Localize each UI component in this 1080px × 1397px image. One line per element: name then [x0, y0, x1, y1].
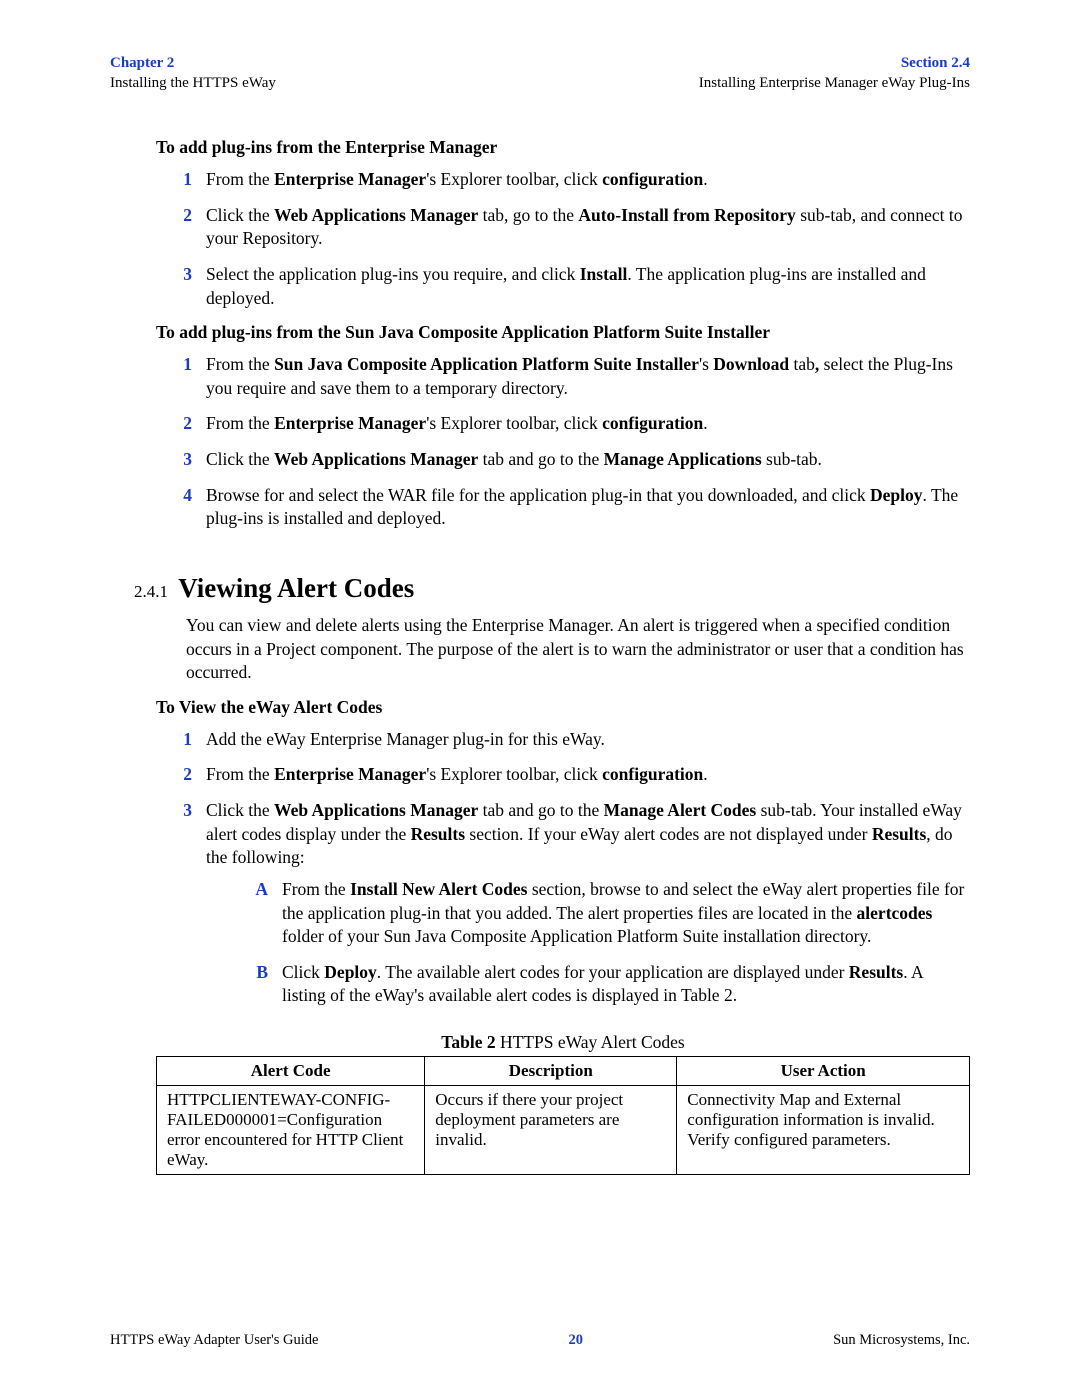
sub-step-letter: A [206, 878, 282, 902]
sub-step-list: A From the Install New Alert Codes secti… [206, 878, 970, 1008]
section-label: Section 2.4 [699, 54, 970, 74]
section-heading: 2.4.1 Viewing Alert Codes [134, 573, 970, 604]
table-row: HTTPCLIENTEWAY-CONFIG-FAILED000001=Confi… [157, 1086, 970, 1175]
step: 1 Add the eWay Enterprise Manager plug-i… [156, 728, 970, 752]
step: 2 From the Enterprise Manager's Explorer… [156, 763, 970, 787]
step-number: 1 [156, 353, 206, 377]
body-content: To add plug-ins from the Enterprise Mana… [110, 93, 970, 1175]
procedure-list-2: 1 From the Sun Java Composite Applicatio… [156, 353, 970, 531]
sub-step: B Click Deploy. The available alert code… [206, 961, 970, 1008]
step: 1 From the Sun Java Composite Applicatio… [156, 353, 970, 400]
col-description: Description [425, 1057, 677, 1086]
cell-user-action: Connectivity Map and External configurat… [677, 1086, 970, 1175]
page-number: 20 [569, 1332, 584, 1349]
sub-step-text: From the Install New Alert Codes section… [282, 878, 970, 949]
table-title: HTTPS eWay Alert Codes [496, 1032, 685, 1052]
chapter-label: Chapter 2 [110, 54, 276, 74]
step-text: Click the Web Applications Manager tab a… [206, 448, 970, 472]
step-text: Select the application plug-ins you requ… [206, 263, 970, 310]
sub-step: A From the Install New Alert Codes secti… [206, 878, 970, 949]
step-number: 2 [156, 204, 206, 228]
step: 4 Browse for and select the WAR file for… [156, 484, 970, 531]
step-number: 1 [156, 168, 206, 192]
step-number: 2 [156, 763, 206, 787]
document-page: Chapter 2 Installing the HTTPS eWay Sect… [0, 0, 1080, 1215]
footer-company: Sun Microsystems, Inc. [833, 1332, 970, 1349]
step-text: From the Sun Java Composite Application … [206, 353, 970, 400]
paragraph: You can view and delete alerts using the… [186, 614, 970, 685]
procedure-list-1: 1 From the Enterprise Manager's Explorer… [156, 168, 970, 310]
cell-alert-code: HTTPCLIENTEWAY-CONFIG-FAILED000001=Confi… [157, 1086, 425, 1175]
step-text: Browse for and select the WAR file for t… [206, 484, 970, 531]
step-text: From the Enterprise Manager's Explorer t… [206, 763, 970, 787]
step-text: Add the eWay Enterprise Manager plug-in … [206, 728, 970, 752]
section-subtitle: Installing Enterprise Manager eWay Plug-… [699, 74, 970, 94]
step: 3 Click the Web Applications Manager tab… [156, 448, 970, 472]
step-number: 3 [156, 263, 206, 287]
procedure-heading: To View the eWay Alert Codes [156, 697, 970, 718]
step-text: From the Enterprise Manager's Explorer t… [206, 412, 970, 436]
page-header: Chapter 2 Installing the HTTPS eWay Sect… [110, 54, 970, 93]
step-number: 3 [156, 448, 206, 472]
step: 3 Click the Web Applications Manager tab… [156, 799, 970, 1020]
procedure-list-3: 1 Add the eWay Enterprise Manager plug-i… [156, 728, 970, 1020]
step: 2 From the Enterprise Manager's Explorer… [156, 412, 970, 436]
step: 2 Click the Web Applications Manager tab… [156, 204, 970, 251]
step-text: From the Enterprise Manager's Explorer t… [206, 168, 970, 192]
chapter-subtitle: Installing the HTTPS eWay [110, 74, 276, 94]
footer-guide-title: HTTPS eWay Adapter User's Guide [110, 1332, 318, 1349]
section-number: 2.4.1 [134, 582, 168, 601]
alert-codes-table: Alert Code Description User Action HTTPC… [156, 1056, 970, 1175]
page-footer: HTTPS eWay Adapter User's Guide 20 Sun M… [110, 1332, 970, 1349]
header-right: Section 2.4 Installing Enterprise Manage… [699, 54, 970, 93]
step-number: 1 [156, 728, 206, 752]
step-number: 4 [156, 484, 206, 508]
header-left: Chapter 2 Installing the HTTPS eWay [110, 54, 276, 93]
section-title: Viewing Alert Codes [178, 573, 414, 603]
step-text: Click the Web Applications Manager tab, … [206, 204, 970, 251]
step-number: 2 [156, 412, 206, 436]
table-caption: Table 2 HTTPS eWay Alert Codes [156, 1032, 970, 1053]
col-user-action: User Action [677, 1057, 970, 1086]
cell-description: Occurs if there your project deployment … [425, 1086, 677, 1175]
procedure-heading: To add plug-ins from the Sun Java Compos… [156, 322, 970, 343]
step: 1 From the Enterprise Manager's Explorer… [156, 168, 970, 192]
step-number: 3 [156, 799, 206, 823]
sub-step-letter: B [206, 961, 282, 985]
table-number: Table 2 [441, 1032, 495, 1052]
sub-step-text: Click Deploy. The available alert codes … [282, 961, 970, 1008]
step-text: Click the Web Applications Manager tab a… [206, 799, 970, 1020]
step: 3 Select the application plug-ins you re… [156, 263, 970, 310]
col-alert-code: Alert Code [157, 1057, 425, 1086]
table-header-row: Alert Code Description User Action [157, 1057, 970, 1086]
procedure-heading: To add plug-ins from the Enterprise Mana… [156, 137, 970, 158]
